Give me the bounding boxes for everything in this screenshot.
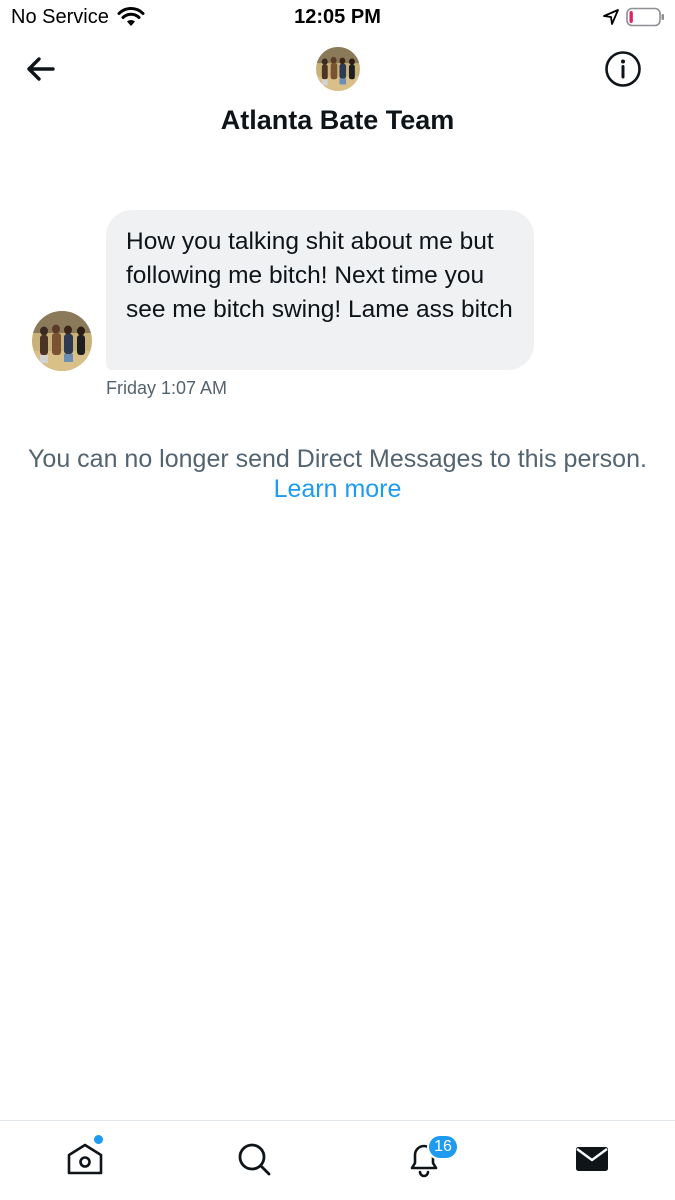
message-text: How you talking shit about me but follow…	[126, 228, 513, 323]
back-button[interactable]	[22, 50, 60, 88]
tab-messages[interactable]	[568, 1135, 616, 1183]
battery-icon	[626, 7, 666, 27]
learn-more-container: Learn more	[0, 474, 675, 505]
group-photo-icon	[316, 47, 360, 91]
search-icon	[238, 1143, 271, 1176]
status-bar: No Service 12:05 PM	[0, 0, 675, 36]
sender-avatar[interactable]	[32, 311, 92, 371]
notifications-badge: 16	[427, 1134, 459, 1160]
envelope-icon	[576, 1147, 608, 1171]
conversation-title: Atlanta Bate Team	[220, 105, 455, 135]
group-photo-icon	[32, 311, 92, 371]
learn-more-link[interactable]: Learn more	[274, 475, 402, 503]
tab-search[interactable]	[230, 1135, 278, 1183]
message-timestamp: Friday 1:07 AM	[106, 378, 228, 398]
location-arrow-icon	[602, 8, 620, 26]
info-button[interactable]	[603, 49, 643, 89]
info-icon	[605, 51, 641, 87]
conversation-avatar[interactable]	[316, 47, 360, 91]
home-unread-dot	[94, 1135, 103, 1144]
back-arrow-icon	[27, 57, 55, 81]
status-time: 12:05 PM	[294, 6, 381, 28]
dm-disabled-notice: You can no longer send Direct Messages t…	[28, 445, 647, 473]
message-bubble[interactable]: How you talking shit about me but follow…	[106, 210, 534, 370]
tab-bar	[0, 1120, 675, 1200]
